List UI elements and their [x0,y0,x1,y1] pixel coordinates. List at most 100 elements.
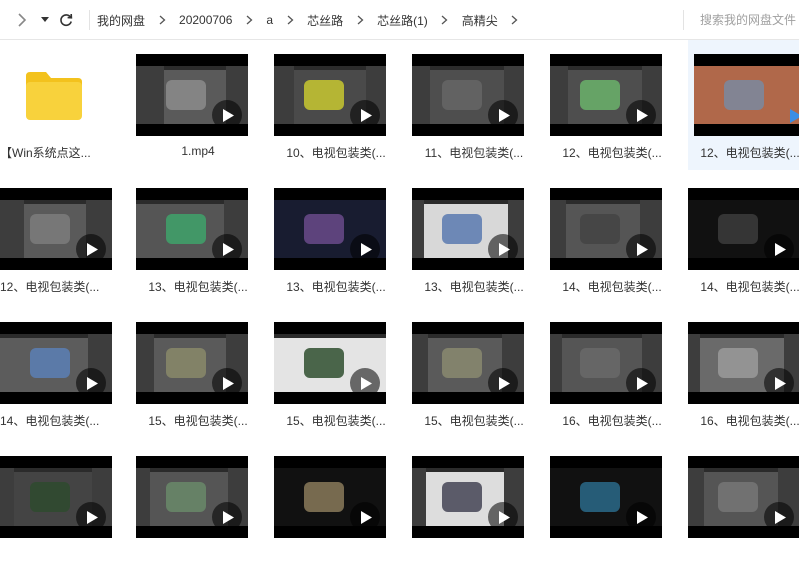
video-file-item[interactable]: 12、电视包装类(... [0,174,124,304]
file-name: 15、电视包装类(... [148,414,248,428]
video-thumbnail [274,322,386,404]
video-file-item[interactable] [412,442,536,572]
video-file-item[interactable]: 13、电视包装类(... [136,174,260,304]
breadcrumb-item-current[interactable]: 高精尖 [462,12,498,29]
video-file-item[interactable]: 16、电视包装类(... [688,308,799,438]
file-name: 13、电视包装类(... [286,280,386,294]
breadcrumb: 我的网盘 20200706 a 芯丝路 芯丝路(1) 高精尖 [89,0,532,40]
play-icon [764,234,794,264]
video-file-item[interactable]: 13、电视包装类(... [412,174,536,304]
video-file-item[interactable] [550,442,674,572]
play-icon [626,234,656,264]
caret-down-icon [41,17,49,23]
video-file-item[interactable] [136,442,260,572]
refresh-icon [59,13,73,27]
video-file-item[interactable]: 14、电视包装类(... [688,174,799,304]
play-icon [76,234,106,264]
video-thumbnail [412,456,524,538]
navigation-bar: 我的网盘 20200706 a 芯丝路 芯丝路(1) 高精尖 [0,0,799,40]
video-thumbnail [694,54,799,136]
file-name: 1.mp4 [181,144,215,158]
video-file-item[interactable]: 13、电视包装类(... [274,174,398,304]
video-thumbnail [688,188,799,270]
file-name: 14、电视包装类(... [562,280,662,294]
video-thumbnail [136,54,248,136]
chevron-right-icon [232,15,266,25]
play-icon [626,368,656,398]
play-icon [626,502,656,532]
file-name: 13、电视包装类(... [148,280,248,294]
chevron-right-icon [428,15,462,25]
breadcrumb-item-xinsilu[interactable]: 芯丝路 [307,12,343,29]
file-name: 15、电视包装类(... [424,414,524,428]
video-thumbnail [550,456,662,538]
video-file-item[interactable]: 11、电视包装类(... [412,40,536,170]
video-file-item[interactable] [688,442,799,572]
chevron-right-icon [145,15,179,25]
video-thumbnail [0,456,112,538]
file-name: 12、电视包装类(... [0,280,100,294]
video-file-item[interactable]: 10、电视包装类(... [274,40,398,170]
video-file-item[interactable]: 1.mp4 [136,40,260,170]
play-icon [212,234,242,264]
divider [683,10,684,30]
history-dropdown-button[interactable] [39,10,51,30]
folder-item[interactable]: 【Win系统点这... [0,40,124,170]
video-thumbnail [0,188,112,270]
play-icon [212,368,242,398]
file-name: 14、电视包装类(... [0,414,100,428]
chevron-right-icon [17,13,27,27]
video-file-item[interactable]: 16、电视包装类(... [550,308,674,438]
video-thumbnail [274,54,386,136]
play-icon [350,502,380,532]
video-file-item[interactable]: 15、电视包装类(... [412,308,536,438]
video-thumbnail [688,456,799,538]
file-name: 11、电视包装类(... [424,146,524,160]
video-file-item[interactable]: 12、电视包装类(... [688,40,799,170]
play-icon [764,502,794,532]
play-icon [350,100,380,130]
video-thumbnail [550,54,662,136]
video-thumbnail [136,188,248,270]
video-thumbnail [688,322,799,404]
folder-icon [24,70,84,127]
breadcrumb-item-root[interactable]: 我的网盘 [97,12,145,29]
play-icon [764,368,794,398]
video-thumbnail [136,322,248,404]
refresh-button[interactable] [57,10,75,30]
chevron-right-icon [273,15,307,25]
play-icon [350,368,380,398]
video-file-item[interactable]: 15、电视包装类(... [274,308,398,438]
video-thumbnail [136,456,248,538]
file-name: 16、电视包装类(... [700,414,799,428]
file-name: 15、电视包装类(... [286,414,386,428]
video-file-item[interactable] [0,442,124,572]
play-icon [350,234,380,264]
play-icon [790,109,799,128]
play-icon [488,100,518,130]
file-name: 12、电视包装类(... [700,146,799,160]
video-thumbnail [0,322,112,404]
video-file-item[interactable]: 15、电视包装类(... [136,308,260,438]
play-icon [212,100,242,130]
chevron-right-icon [343,15,377,25]
breadcrumb-item-xinsilu-1[interactable]: 芯丝路(1) [377,12,428,29]
play-icon [488,234,518,264]
search-input[interactable] [690,10,799,30]
forward-button[interactable] [14,10,30,30]
video-file-item[interactable]: 12、电视包装类(... [550,40,674,170]
video-thumbnail [274,456,386,538]
video-thumbnail [412,188,524,270]
breadcrumb-item-20200706[interactable]: 20200706 [179,13,232,27]
file-name: 【Win系统点这... [0,146,91,160]
video-file-item[interactable] [274,442,398,572]
video-file-item[interactable]: 14、电视包装类(... [0,308,124,438]
breadcrumb-item-a[interactable]: a [266,13,273,27]
file-name: 16、电视包装类(... [562,414,662,428]
file-name: 12、电视包装类(... [562,146,662,160]
play-icon [76,368,106,398]
video-file-item[interactable]: 14、电视包装类(... [550,174,674,304]
video-thumbnail [550,322,662,404]
file-name: 10、电视包装类(... [286,146,386,160]
play-icon [488,502,518,532]
